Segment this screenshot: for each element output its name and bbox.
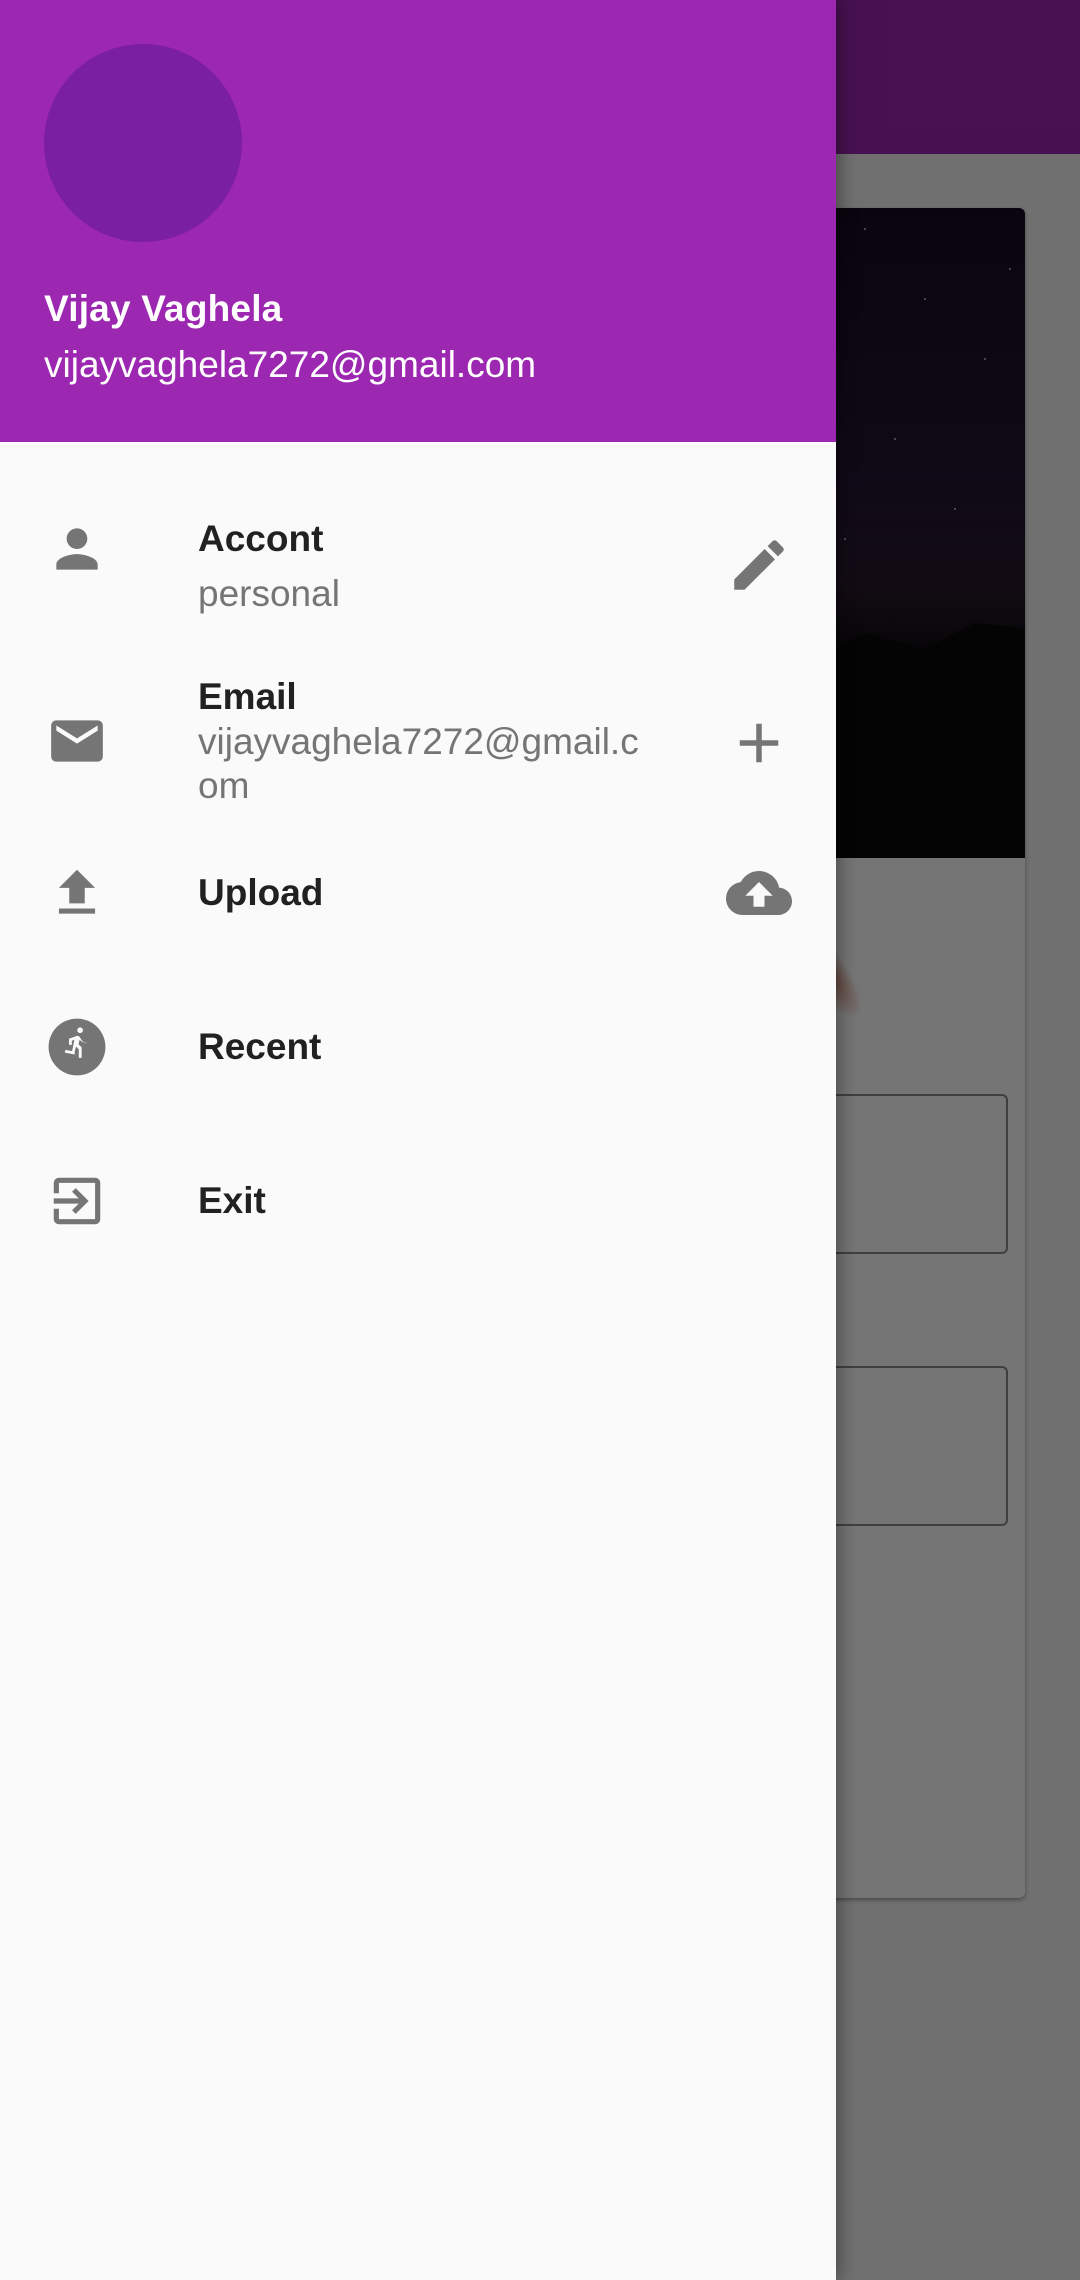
account-name: Vijay Vaghela xyxy=(44,288,283,329)
drawer-item-upload[interactable]: Upload xyxy=(0,834,836,954)
add-icon[interactable] xyxy=(726,710,792,776)
drawer-item-recent[interactable]: Recent xyxy=(0,988,836,1108)
drawer-header: Vijay Vaghela vijayvaghela7272@gmail.com xyxy=(0,0,836,442)
drawer-item-subtitle: vijayvaghela7272@gmail.com xyxy=(198,721,639,806)
upload-icon xyxy=(46,862,108,924)
drawer-item-email[interactable]: Email vijayvaghela7272@gmail.com xyxy=(0,660,836,820)
drawer-item-title: Exit xyxy=(198,1180,266,1221)
person-icon xyxy=(46,518,108,580)
drawer-item-title: Upload xyxy=(198,872,324,913)
drawer-item-title: Email xyxy=(198,676,297,717)
mail-icon xyxy=(46,710,108,772)
account-email: vijayvaghela7272@gmail.com xyxy=(44,344,537,385)
directions-run-icon xyxy=(46,1016,108,1078)
cloud-upload-icon[interactable] xyxy=(726,860,792,926)
drawer-item-exit[interactable]: Exit xyxy=(0,1142,836,1262)
drawer-item-subtitle: personal xyxy=(198,573,340,614)
exit-icon xyxy=(46,1170,108,1232)
drawer-item-title: Recent xyxy=(198,1026,322,1067)
drawer-item-title: Accont xyxy=(198,518,324,559)
avatar[interactable] xyxy=(44,44,242,242)
drawer-item-account[interactable]: Accont personal xyxy=(0,470,836,630)
navigation-drawer: Vijay Vaghela vijayvaghela7272@gmail.com… xyxy=(0,0,836,2280)
edit-pencil-icon[interactable] xyxy=(726,532,792,598)
